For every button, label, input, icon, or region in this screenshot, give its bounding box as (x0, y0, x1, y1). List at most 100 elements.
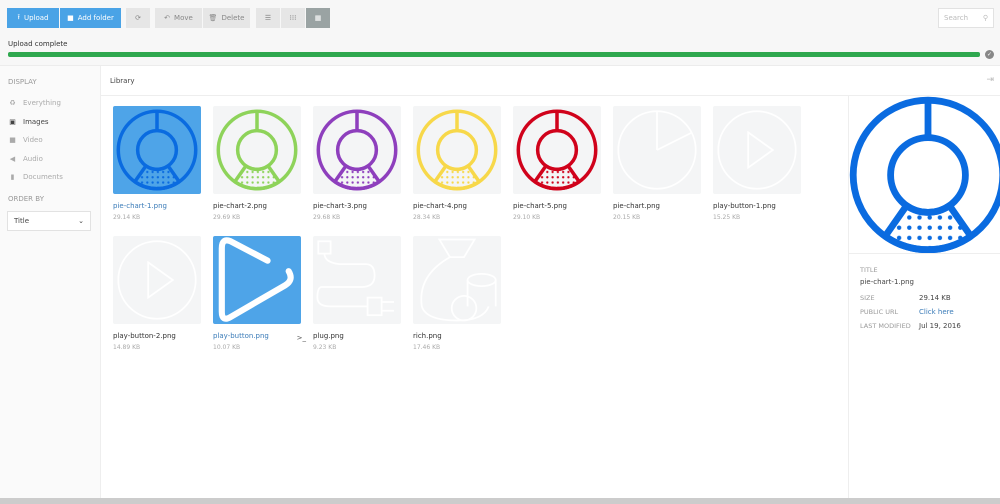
file-name[interactable]: play-button.png (213, 332, 301, 340)
sidebar-item-images[interactable]: ▣ Images (8, 117, 49, 126)
sidebar-item-everything[interactable]: ♻ Everything (8, 99, 61, 107)
upload-status: Upload complete (8, 40, 68, 48)
thumbnail-piefaint-icon[interactable] (613, 106, 701, 194)
sidebar-item-label: Images (23, 117, 49, 126)
library-header: Library ⇥ (101, 66, 1000, 96)
file-name[interactable]: play-button-1.png (713, 202, 801, 210)
file-size: 29.68 KB (313, 214, 341, 221)
refresh-button[interactable]: ⟳ (126, 8, 150, 28)
file-tile[interactable]: pie-chart-5.png 29.10 KB (513, 106, 601, 221)
check-icon: ✓ (985, 50, 994, 59)
file-name[interactable]: pie-chart-3.png (313, 202, 401, 210)
grid-small-icon: ⁞⁞⁞ (289, 14, 297, 22)
file-size: 29.14 KB (113, 214, 141, 221)
move-button[interactable]: ↶ Move (155, 8, 202, 28)
thumbnail-playsel-icon[interactable] (213, 236, 301, 324)
exit-icon[interactable]: ⇥ (986, 75, 994, 85)
thumbnail-pie-icon[interactable] (513, 106, 601, 194)
folder-icon: ■ (67, 14, 74, 22)
order-by-heading: ORDER BY (8, 195, 44, 203)
last-modified-value: Jul 19, 2016 (919, 322, 961, 330)
refresh-icon: ⟳ (135, 14, 141, 22)
size-label: SIZE (860, 294, 875, 302)
sidebar-item-video[interactable]: ■ Video (8, 136, 42, 144)
sidebar-item-label: Documents (23, 173, 63, 181)
video-icon: ■ (9, 136, 16, 144)
chevron-down-icon: ⌄ (78, 217, 84, 225)
list-view-button[interactable]: ☰ (256, 8, 280, 28)
file-name[interactable]: rich.png (413, 332, 501, 340)
file-tile[interactable]: pie-chart-1.png 29.14 KB (113, 106, 201, 221)
file-size: 17.46 KB (413, 344, 441, 351)
file-size: 10.07 KB (213, 344, 241, 351)
list-icon: ☰ (264, 14, 272, 22)
file-tile[interactable]: play-button-1.png 15.25 KB (713, 106, 801, 221)
sidebar-item-label: Everything (23, 99, 61, 107)
file-name[interactable]: pie-chart-4.png (413, 202, 501, 210)
sidebar-item-label: Audio (23, 154, 43, 163)
thumbnail-pie-icon[interactable] (413, 106, 501, 194)
file-tile[interactable]: pie-chart-3.png 29.68 KB (313, 106, 401, 221)
toolbar: ⭱ Upload ■ Add folder ⟳ ↶ Move 🗑 Delete ☰ ⁞⁞… (0, 0, 1000, 66)
thumbnail-pie-icon[interactable] (313, 106, 401, 194)
title-label: TITLE (860, 266, 878, 274)
audio-icon: ◀ (9, 154, 16, 163)
file-size: 9.23 KB (313, 344, 337, 351)
preview-image (849, 96, 1000, 254)
title-value: pie-chart-1.png (860, 278, 914, 286)
file-size: 29.69 KB (213, 214, 241, 221)
file-name[interactable]: plug.png (313, 332, 401, 340)
display-heading: DISPLAY (8, 78, 37, 86)
move-icon: ↶ (164, 14, 171, 22)
search-input[interactable]: Search ⚲ (938, 8, 994, 28)
thumbnail-play-icon[interactable] (713, 106, 801, 194)
sidebar: DISPLAY ♻ Everything ▣ Images ■ Video ◀ Audio ▮ D… (0, 66, 101, 498)
sidebar-item-documents[interactable]: ▮ Documents (8, 173, 63, 181)
thumbnail-pie-icon[interactable] (113, 106, 201, 194)
file-size: 14.89 KB (113, 344, 141, 351)
file-tile[interactable]: rich.png 17.46 KB (413, 236, 501, 351)
last-modified-label: LAST MODIFIED (860, 322, 911, 330)
delete-button[interactable]: 🗑 Delete (203, 8, 250, 28)
file-name[interactable]: play-button-2.png (113, 332, 201, 340)
public-url-label: PUBLIC URL (860, 308, 899, 316)
upload-icon: ⭱ (17, 12, 20, 21)
order-by-select[interactable]: Title ⌄ (7, 211, 91, 231)
document-icon: ▮ (10, 173, 15, 181)
file-size: 29.10 KB (513, 214, 541, 221)
file-name[interactable]: pie-chart.png (613, 202, 701, 210)
thumbnail-play-icon[interactable] (113, 236, 201, 324)
upload-button[interactable]: ⭱ Upload (7, 8, 59, 28)
more-actions-icon[interactable]: >_ (297, 334, 306, 342)
grid-small-view-button[interactable]: ⁞⁞⁞ (281, 8, 305, 28)
grid-large-view-button[interactable]: ▦ (306, 8, 330, 28)
add-folder-button[interactable]: ■ Add folder (60, 8, 121, 28)
grid-large-icon: ▦ (314, 14, 322, 22)
horizontal-scrollbar[interactable] (0, 498, 1000, 504)
public-url-link[interactable]: Click here (919, 308, 954, 316)
upload-progress-fill (8, 52, 980, 57)
upload-progress-bar (8, 52, 980, 57)
thumbnail-rich-icon[interactable] (413, 236, 501, 324)
file-tile[interactable]: play-button-2.png 14.89 KB (113, 236, 201, 351)
pie-chart-preview-icon (849, 96, 1000, 253)
file-name[interactable]: pie-chart-1.png (113, 202, 201, 210)
size-value: 29.14 KB (919, 294, 951, 302)
file-name[interactable]: pie-chart-5.png (513, 202, 601, 210)
file-tile[interactable]: pie-chart-4.png 28.34 KB (413, 106, 501, 221)
file-tile[interactable]: plug.png 9.23 KB (313, 236, 401, 351)
recycle-icon: ♻ (9, 99, 16, 107)
file-size: 28.34 KB (413, 214, 441, 221)
sidebar-item-audio[interactable]: ◀ Audio (8, 155, 43, 163)
thumbnail-plug-icon[interactable] (313, 236, 401, 324)
details-panel: TITLE pie-chart-1.png SIZE 29.14 KB PUBL… (848, 96, 1000, 498)
file-tile[interactable]: pie-chart-2.png 29.69 KB (213, 106, 301, 221)
thumbnail-pie-icon[interactable] (213, 106, 301, 194)
search-icon: ⚲ (982, 14, 988, 22)
file-size: 20.15 KB (613, 214, 641, 221)
file-tile[interactable]: play-button.png 10.07 KB >_ (213, 236, 306, 351)
trash-icon: 🗑 (208, 14, 218, 22)
file-name[interactable]: pie-chart-2.png (213, 202, 301, 210)
file-tile[interactable]: pie-chart.png 20.15 KB (613, 106, 701, 221)
image-icon: ▣ (9, 117, 16, 126)
